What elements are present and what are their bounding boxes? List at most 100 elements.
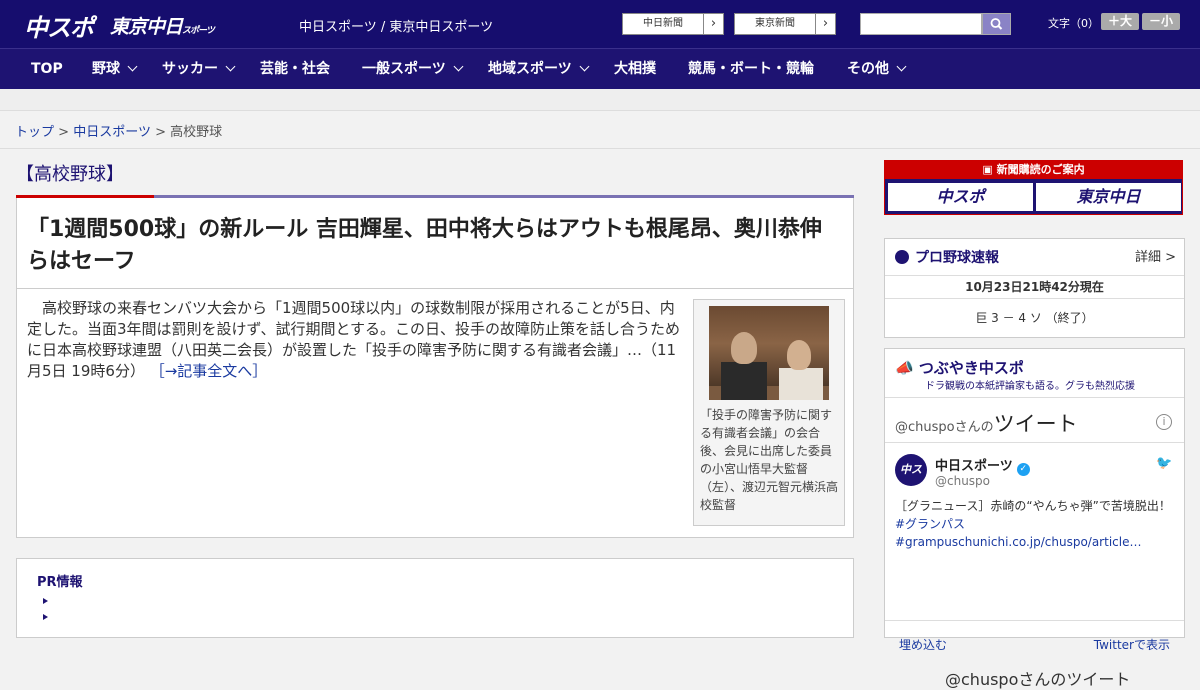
nav-item-label: TOP bbox=[31, 61, 63, 77]
avatar[interactable]: 中スポ bbox=[895, 454, 927, 508]
tokyo-chunichi-logo[interactable]: 東京中日スポーツ bbox=[110, 12, 215, 39]
divider bbox=[17, 288, 853, 289]
subscription-banner[interactable]: ▣ 新聞購読のご案内 中スポ 東京中日 bbox=[884, 160, 1183, 215]
info-icon[interactable]: i bbox=[1156, 414, 1172, 430]
timeline-word: ツイート bbox=[993, 412, 1078, 436]
view-on-twitter-link[interactable]: Twitterで表示 bbox=[1094, 636, 1170, 653]
pro-baseball-panel: プロ野球速報 詳細 > 10月23日21時42分現在 巨 3 － 4 ソ （終了… bbox=[884, 238, 1185, 338]
subscription-title: ▣ 新聞購読のご案内 bbox=[885, 161, 1182, 179]
breadcrumb-separator: > bbox=[58, 125, 70, 140]
photo-person-right bbox=[779, 368, 823, 400]
nav-item-baseball[interactable]: 野球 bbox=[92, 49, 138, 90]
banner-chuspo-logo: 中スポ bbox=[888, 183, 1033, 211]
article-headline[interactable]: 「1週間500球」の新ルール 吉田輝星、田中将大らはアウトも根尾昂、奥川恭伸らは… bbox=[27, 214, 843, 278]
search-input[interactable] bbox=[860, 13, 982, 35]
timeline-footer: @chuspoさんのツイート bbox=[945, 670, 1131, 689]
photo-face-right bbox=[787, 340, 811, 370]
timeline-handle[interactable]: @chuspoさんの bbox=[895, 420, 994, 435]
tokyo-shimbun-link[interactable]: 東京新聞 › bbox=[734, 13, 836, 35]
nav-item-label: 大相撲 bbox=[614, 61, 656, 77]
nav-item-racing[interactable]: 競馬・ボート・競輪 bbox=[688, 49, 814, 90]
nav-item-label: 地域スポーツ bbox=[488, 61, 572, 77]
twitter-panel: 📣 つぶやき中スポ ドラ観戦の本紙評論家も語る。グラも熱烈応援 @chuspoさ… bbox=[884, 348, 1185, 689]
article-card: 「1週間500球」の新ルール 吉田輝星、田中将大らはアウトも根尾昂、奥川恭伸らは… bbox=[16, 198, 854, 538]
nav-item-other[interactable]: その他 bbox=[847, 49, 907, 90]
newspaper-icon: ▣ bbox=[982, 163, 997, 176]
article-lead-text: 高校野球の来春センバツ大会から「1週間500球以内」の球数制限が採用されることが… bbox=[27, 299, 681, 380]
read-more-link[interactable]: ［→記事全文へ］ bbox=[150, 362, 268, 380]
tweet-user-handle[interactable]: @chuspo bbox=[935, 474, 990, 488]
chevron-down-icon bbox=[896, 61, 907, 72]
nav-item-sumo[interactable]: 大相撲 bbox=[614, 49, 656, 90]
pr-title: PR情報 bbox=[37, 575, 83, 590]
banner-tokyo-chunichi-logo: 東京中日 bbox=[1036, 183, 1181, 211]
detail-link[interactable]: 詳細 > bbox=[1135, 246, 1176, 265]
breadcrumb-parent[interactable]: 中日スポーツ bbox=[73, 125, 151, 140]
breadcrumb-separator: > bbox=[155, 125, 166, 140]
breadcrumb-home[interactable]: トップ bbox=[15, 125, 54, 140]
chevron-down-icon bbox=[225, 61, 236, 72]
megaphone-icon: 📣 bbox=[895, 359, 919, 377]
twitter-panel-subtitle: ドラ観戦の本紙評論家も語る。グラも熱烈応援 bbox=[925, 381, 1135, 392]
bullet-arrow-icon bbox=[43, 614, 48, 620]
chevron-down-icon bbox=[453, 61, 464, 72]
chunichi-shimbun-link[interactable]: 中日新聞 › bbox=[622, 13, 724, 35]
divider bbox=[885, 620, 1184, 621]
twitter-timeline: @chuspoさんのツイート i 中スポ 中日スポーツ ✓ @chuspo 🐦 ［… bbox=[885, 397, 1184, 689]
photo-face-left bbox=[731, 332, 757, 364]
tweet-body: ［グラニュース］赤崎の“やんちゃ弾”で苦境脱出！ bbox=[895, 499, 1171, 513]
nav-item-label: 競馬・ボート・競輪 bbox=[688, 61, 814, 77]
chuspo-logo[interactable]: 中スポ bbox=[24, 8, 94, 43]
tweet-tags[interactable]: #グランパス #grampuschunichi.co.jp/chuspo/art… bbox=[895, 517, 1141, 549]
font-size-label: 文字（0） bbox=[1048, 17, 1099, 30]
nav-item-entertainment[interactable]: 芸能・社会 bbox=[260, 49, 330, 90]
font-bigger-button[interactable]: ＋大 bbox=[1101, 13, 1139, 30]
embed-link[interactable]: 埋め込む bbox=[899, 636, 947, 653]
nav-item-local-sports[interactable]: 地域スポーツ bbox=[488, 49, 590, 90]
pr-box: PR情報 bbox=[16, 558, 854, 638]
breadcrumb-current: 高校野球 bbox=[170, 125, 223, 140]
twitter-bird-icon[interactable]: 🐦 bbox=[1156, 456, 1172, 471]
section-title: 【高校野球】 bbox=[16, 164, 124, 185]
site-header: 中スポ 東京中日スポーツ 中日スポーツ / 東京中日スポーツ 中日新聞 › 東京… bbox=[0, 0, 1200, 48]
ad-band bbox=[0, 89, 1200, 111]
photo-caption: 「投手の障害予防に関する有識者会議」の会合後、会見に出席した委員の小宮山悟早大監… bbox=[700, 408, 839, 512]
chunichi-shimbun-label: 中日新聞 bbox=[643, 18, 683, 29]
nav-item-label: 芸能・社会 bbox=[260, 61, 330, 77]
tweet-user-name[interactable]: 中日スポーツ ✓ bbox=[935, 455, 1030, 476]
bullet-arrow-icon bbox=[43, 598, 48, 604]
subscription-title-text: 新聞購読のご案内 bbox=[996, 163, 1085, 176]
tokyo-chunichi-logo-small: スポーツ bbox=[182, 26, 215, 36]
article-photo[interactable] bbox=[709, 306, 829, 400]
main-nav: TOP 野球 サッカー 芸能・社会 一般スポーツ 地域スポーツ 大相撲 競馬・ボ… bbox=[0, 48, 1200, 89]
tweet-text: ［グラニュース］赤崎の“やんちゃ弾”で苦境脱出！ #グランパス #grampusc… bbox=[895, 497, 1177, 551]
font-smaller-button[interactable]: －小 bbox=[1142, 13, 1180, 30]
divider bbox=[0, 148, 1200, 149]
baseball-icon bbox=[895, 250, 909, 264]
search-button[interactable] bbox=[982, 13, 1011, 35]
tokyo-chunichi-logo-text: 東京中日 bbox=[110, 16, 183, 38]
nav-item-label: サッカー bbox=[162, 61, 218, 77]
nav-item-label: 一般スポーツ bbox=[362, 61, 446, 77]
nav-item-soccer[interactable]: サッカー bbox=[162, 49, 236, 90]
chevron-down-icon bbox=[579, 61, 590, 72]
panel-title: プロ野球速報 bbox=[895, 247, 999, 267]
site-title[interactable]: 中日スポーツ / 東京中日スポーツ bbox=[299, 16, 493, 35]
chevron-right-icon: › bbox=[703, 14, 723, 34]
article-lead: 高校野球の来春センバツ大会から「1週間500球以内」の球数制限が採用されることが… bbox=[27, 298, 687, 382]
score-timestamp: 10月23日21時42分現在 bbox=[885, 275, 1184, 299]
twitter-panel-title-text: つぶやき中スポ bbox=[918, 359, 1024, 377]
chevron-right-icon: › bbox=[815, 14, 835, 34]
nav-item-label: その他 bbox=[847, 61, 889, 77]
nav-item-label: 野球 bbox=[92, 61, 120, 77]
twitter-panel-title: 📣 つぶやき中スポ bbox=[895, 357, 1024, 378]
search-icon bbox=[990, 18, 1003, 30]
nav-item-general-sports[interactable]: 一般スポーツ bbox=[362, 49, 464, 90]
nav-item-top[interactable]: TOP bbox=[31, 49, 63, 90]
chevron-down-icon bbox=[127, 61, 138, 72]
verified-icon: ✓ bbox=[1016, 463, 1030, 476]
tweet-user-name-text: 中日スポーツ bbox=[935, 459, 1013, 474]
article-photo-box: 「投手の障害予防に関する有識者会議」の会合後、会見に出席した委員の小宮山悟早大監… bbox=[693, 299, 845, 526]
game-score[interactable]: 巨 3 － 4 ソ （終了） bbox=[885, 309, 1184, 326]
timeline-title: @chuspoさんのツイート bbox=[895, 408, 1078, 438]
